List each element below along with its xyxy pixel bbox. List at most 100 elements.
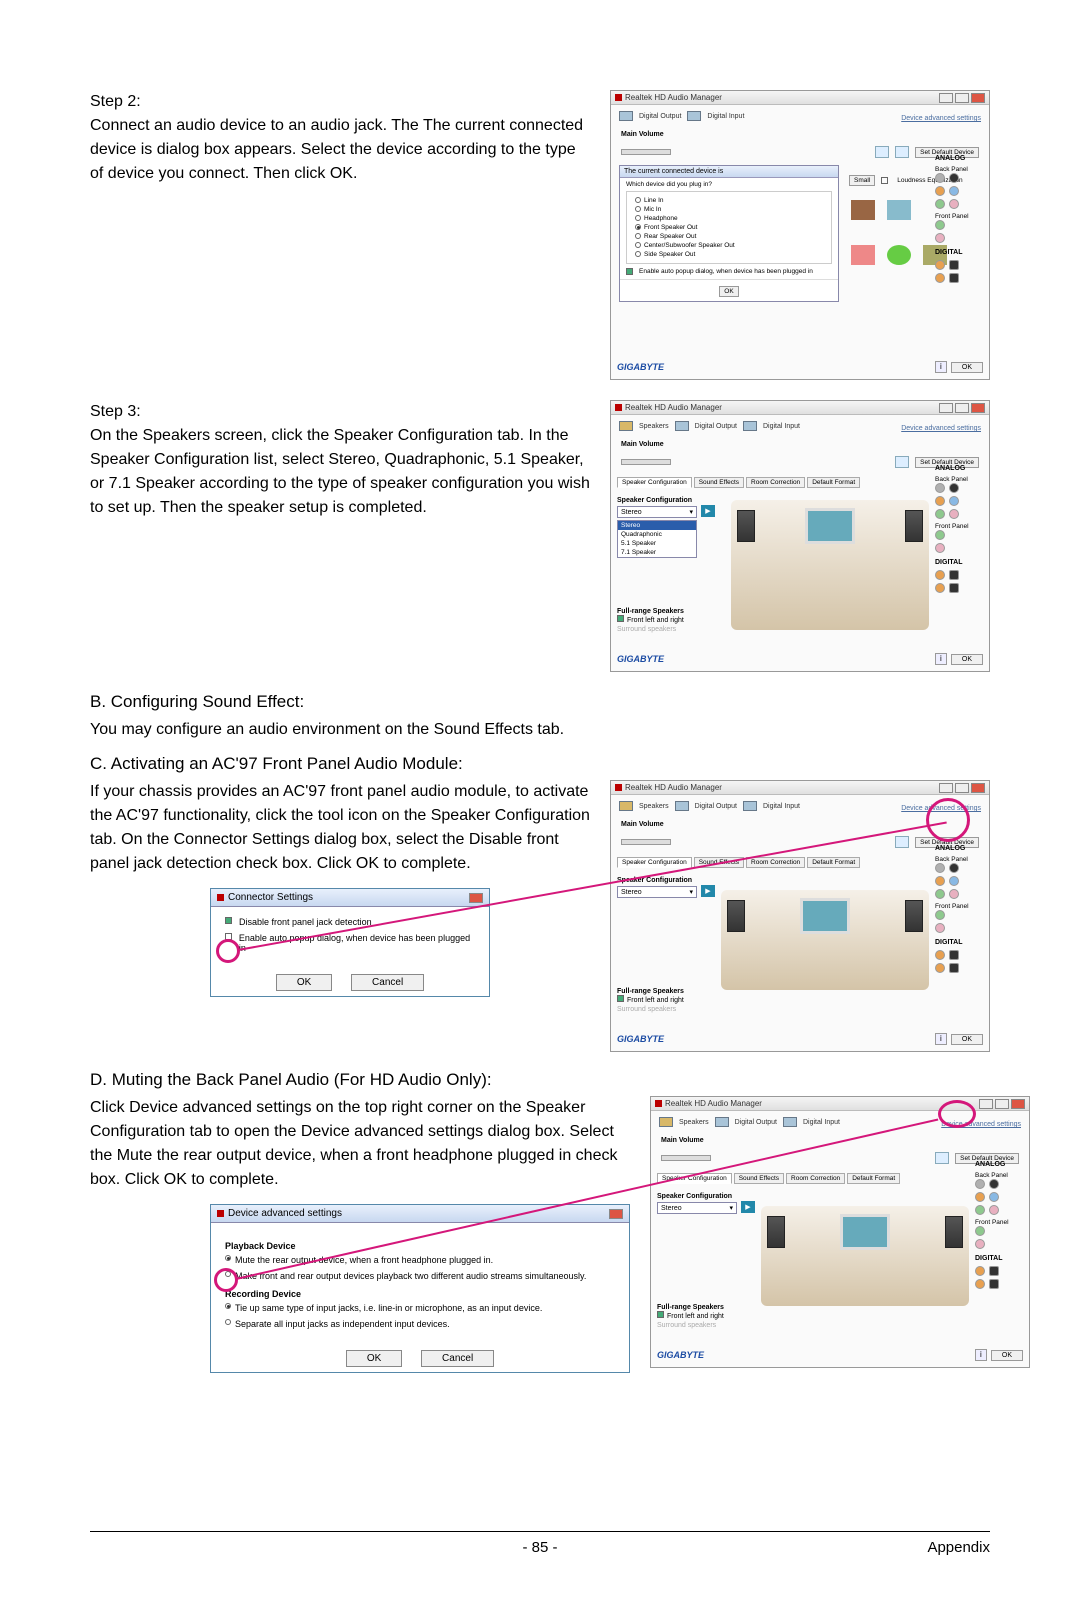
tab-digital-out[interactable]: Digital Output (735, 1119, 777, 1126)
play-test-icon[interactable] (701, 885, 715, 897)
cancel-button[interactable]: Cancel (421, 1350, 494, 1367)
jack-icon[interactable] (935, 509, 945, 519)
speaker-icon[interactable] (895, 456, 909, 468)
env-icon[interactable] (887, 245, 911, 265)
tab-icon[interactable] (619, 111, 633, 121)
minimize-icon[interactable] (939, 783, 953, 793)
ok-button[interactable]: OK (951, 362, 983, 373)
subtab-default-format[interactable]: Default Format (847, 1173, 900, 1184)
play-test-icon[interactable] (701, 505, 715, 517)
speaker-icon[interactable] (895, 146, 909, 158)
radio-icon[interactable] (225, 1303, 231, 1309)
subtab-sound-effects[interactable]: Sound Effects (734, 1173, 784, 1184)
tab-icon[interactable] (659, 1117, 673, 1127)
advanced-settings-link[interactable]: Device advanced settings (901, 115, 981, 122)
subtab-room-correction[interactable]: Room Correction (746, 477, 805, 488)
tab-icon[interactable] (743, 801, 757, 811)
jack-icon[interactable] (935, 530, 945, 540)
radio-icon[interactable] (225, 1255, 231, 1261)
radio-icon[interactable] (225, 1319, 231, 1325)
mute-icon[interactable] (875, 146, 889, 158)
jack-icon[interactable] (949, 173, 959, 183)
env-icon[interactable] (851, 200, 875, 220)
radio-icon[interactable] (635, 215, 641, 221)
minimize-icon[interactable] (939, 403, 953, 413)
play-test-icon[interactable] (741, 1201, 755, 1213)
volume-slider[interactable] (621, 839, 671, 845)
speaker-icon[interactable] (935, 1152, 949, 1164)
maximize-icon[interactable] (955, 403, 969, 413)
jack-icon[interactable] (935, 570, 945, 580)
jack-icon[interactable] (935, 260, 945, 270)
jack-icon[interactable] (935, 273, 945, 283)
speaker-config-dropdown[interactable]: Stereo▾ (657, 1202, 737, 1214)
ok-button[interactable]: OK (719, 286, 738, 297)
config-option[interactable]: 5.1 Speaker (618, 539, 696, 548)
tab-icon[interactable] (675, 421, 689, 431)
jack-icon[interactable] (949, 186, 959, 196)
jack-icon[interactable] (949, 496, 959, 506)
close-icon[interactable] (609, 1209, 623, 1219)
env-icon[interactable] (887, 200, 911, 220)
ok-button[interactable]: OK (346, 1350, 402, 1367)
speaker-icon[interactable] (895, 836, 909, 848)
jack-icon[interactable] (949, 583, 959, 593)
jack-icon[interactable] (949, 199, 959, 209)
tab-digital-out[interactable]: Digital Output (639, 113, 681, 120)
jack-icon[interactable] (975, 1226, 985, 1236)
close-icon[interactable] (971, 403, 985, 413)
jack-icon[interactable] (935, 876, 945, 886)
subtab-speaker-config[interactable]: Speaker Configuration (657, 1173, 732, 1184)
tab-icon[interactable] (619, 421, 633, 431)
speaker-config-dropdown[interactable]: Stereo▾ (617, 506, 697, 518)
jack-icon[interactable] (975, 1205, 985, 1215)
jack-icon[interactable] (935, 889, 945, 899)
jack-icon[interactable] (975, 1192, 985, 1202)
jack-icon[interactable] (949, 876, 959, 886)
tab-digital-in[interactable]: Digital Input (707, 113, 744, 120)
env-icon[interactable] (851, 245, 875, 265)
jack-icon[interactable] (949, 889, 959, 899)
checkbox-icon[interactable] (881, 177, 888, 184)
info-icon[interactable]: i (975, 1349, 987, 1361)
checkbox-icon[interactable] (617, 995, 624, 1002)
tab-icon[interactable] (675, 801, 689, 811)
advanced-settings-link[interactable]: Device advanced settings (901, 425, 981, 432)
radio-icon[interactable] (635, 206, 641, 212)
ok-button[interactable]: OK (276, 974, 332, 991)
radio-icon[interactable] (635, 242, 641, 248)
subtab-room-correction[interactable]: Room Correction (746, 857, 805, 868)
jack-icon[interactable] (935, 173, 945, 183)
checkbox-icon[interactable] (225, 917, 232, 924)
advanced-settings-link[interactable]: Device advanced settings (941, 1121, 1021, 1128)
ok-button[interactable]: OK (951, 1034, 983, 1045)
subtab-speaker-config[interactable]: Speaker Configuration (617, 857, 692, 868)
jack-icon[interactable] (949, 863, 959, 873)
volume-slider[interactable] (621, 149, 671, 155)
jack-icon[interactable] (935, 483, 945, 493)
tab-speakers[interactable]: Speakers (639, 423, 669, 430)
jack-icon[interactable] (935, 496, 945, 506)
close-icon[interactable] (469, 893, 483, 903)
checkbox-icon[interactable] (617, 615, 624, 622)
maximize-icon[interactable] (955, 783, 969, 793)
close-icon[interactable] (971, 783, 985, 793)
close-icon[interactable] (1011, 1099, 1025, 1109)
jack-icon[interactable] (935, 543, 945, 553)
ok-button[interactable]: OK (951, 654, 983, 665)
radio-icon[interactable] (635, 233, 641, 239)
small-button[interactable]: Small (849, 175, 875, 186)
jack-icon[interactable] (935, 583, 945, 593)
tab-icon[interactable] (743, 421, 757, 431)
jack-icon[interactable] (935, 910, 945, 920)
subtab-default-format[interactable]: Default Format (807, 857, 860, 868)
jack-icon[interactable] (975, 1279, 985, 1289)
radio-icon[interactable] (225, 1271, 231, 1277)
checkbox-icon[interactable] (225, 933, 232, 940)
jack-icon[interactable] (989, 1279, 999, 1289)
jack-icon[interactable] (975, 1179, 985, 1189)
minimize-icon[interactable] (979, 1099, 993, 1109)
jack-icon[interactable] (935, 863, 945, 873)
jack-icon[interactable] (989, 1266, 999, 1276)
jack-icon[interactable] (935, 963, 945, 973)
